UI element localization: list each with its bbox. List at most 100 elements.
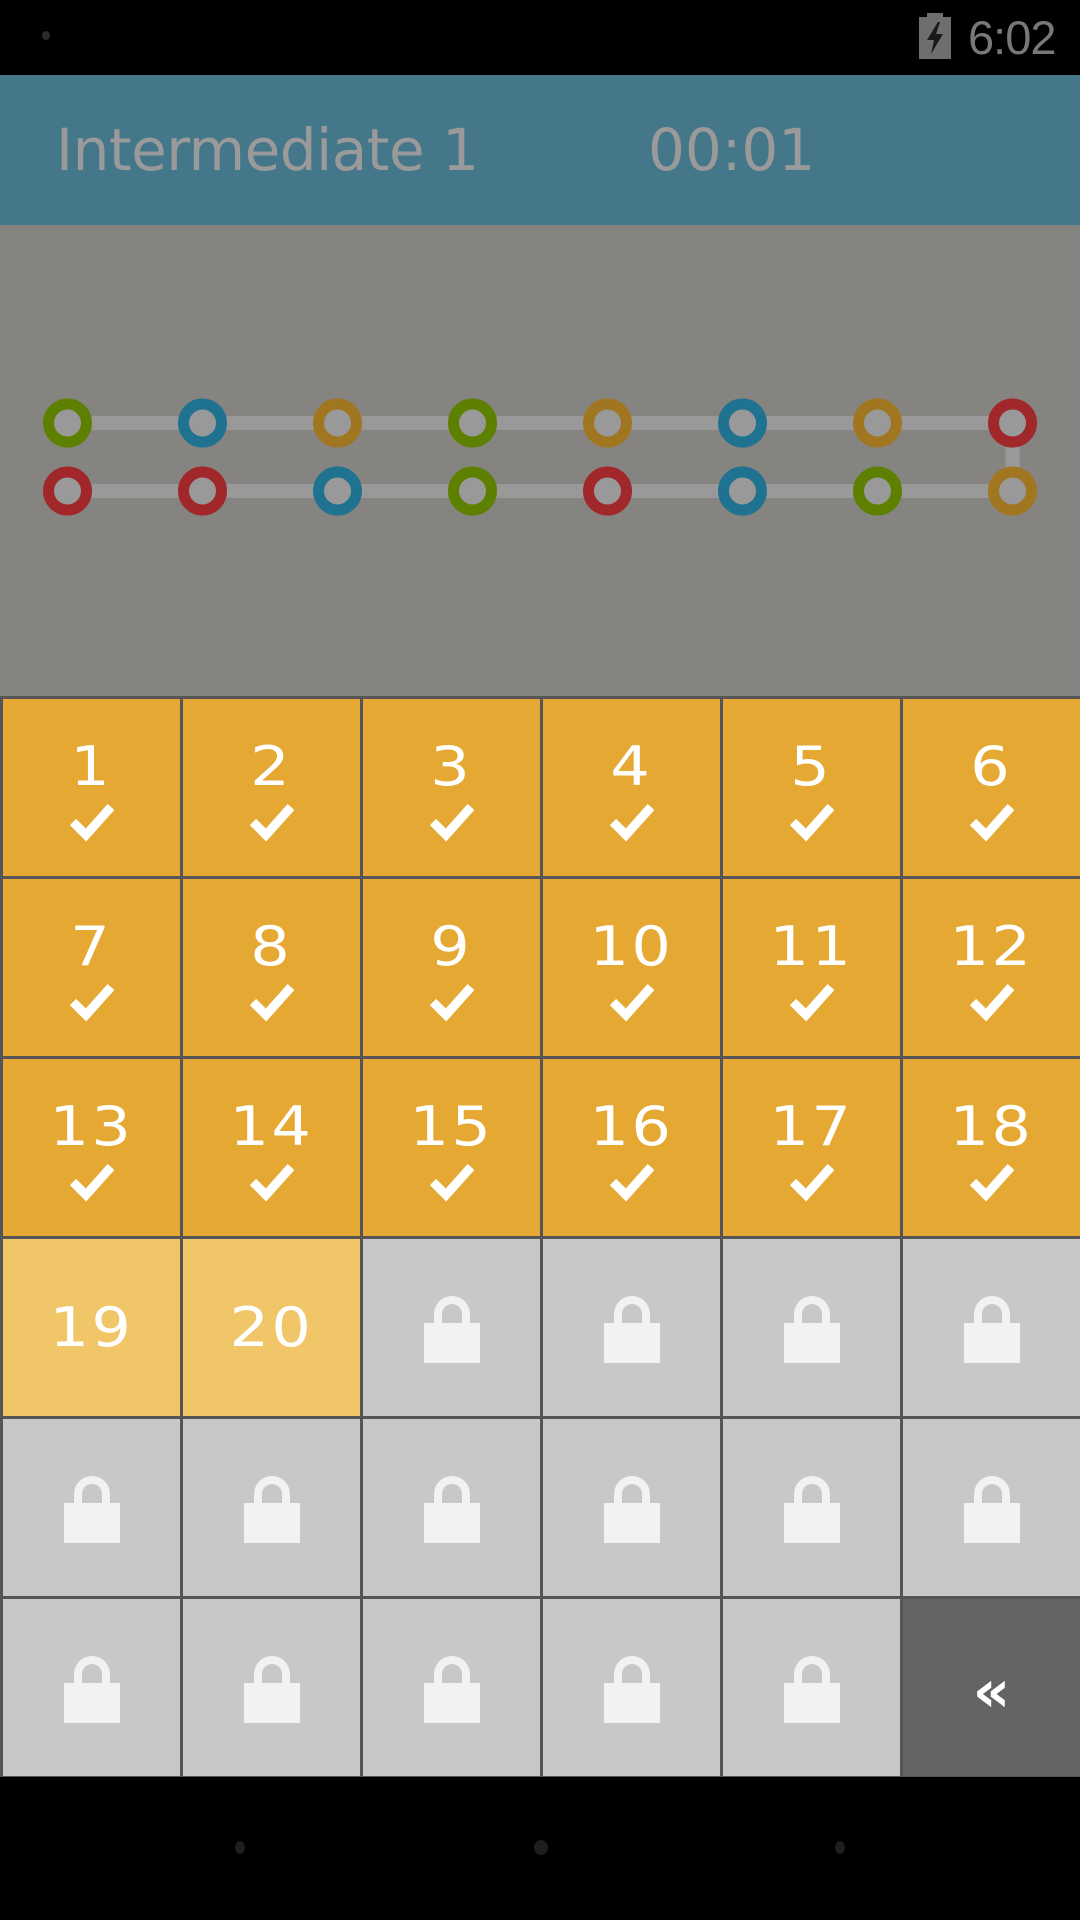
- lock-icon: [963, 1295, 1020, 1363]
- checkmark-icon: [249, 803, 294, 842]
- level-number: 2: [250, 734, 293, 798]
- level-cell-18[interactable]: 18: [903, 1059, 1080, 1236]
- checkmark-icon: [69, 1163, 114, 1202]
- level-cell-locked: [183, 1599, 360, 1776]
- navigation-bar: [0, 1777, 1080, 1920]
- lock-icon: [783, 1295, 840, 1363]
- checkmark-icon: [969, 983, 1014, 1022]
- puzzle-node-orange: [313, 398, 362, 448]
- puzzle-node-green: [448, 466, 497, 516]
- level-number: 10: [589, 914, 674, 978]
- game-header: Intermediate 1 00:01: [0, 75, 1080, 225]
- lock-icon: [423, 1475, 480, 1543]
- puzzle-node-green: [448, 398, 497, 448]
- checkmark-icon: [609, 983, 654, 1022]
- level-cell-locked: [3, 1599, 180, 1776]
- puzzle-node-blue: [718, 398, 767, 448]
- lock-icon: [63, 1655, 120, 1723]
- level-cell-12[interactable]: 12: [903, 879, 1080, 1056]
- level-number: 16: [589, 1094, 674, 1158]
- level-number: 14: [229, 1094, 314, 1158]
- puzzle-preview: [0, 225, 1080, 696]
- level-number: 11: [769, 914, 854, 978]
- level-cell-16[interactable]: 16: [543, 1059, 720, 1236]
- puzzle-node-red: [988, 398, 1037, 448]
- nav-recents-button[interactable]: [835, 1841, 845, 1854]
- level-cell-17[interactable]: 17: [723, 1059, 900, 1236]
- level-cell-4[interactable]: 4: [543, 699, 720, 876]
- checkmark-icon: [609, 1163, 654, 1202]
- timer: 00:01: [648, 116, 816, 184]
- lock-icon: [243, 1655, 300, 1723]
- level-cell-1[interactable]: 1: [3, 699, 180, 876]
- double-chevron-left-icon: «: [972, 1656, 1011, 1725]
- level-cell-5[interactable]: 5: [723, 699, 900, 876]
- puzzle-node-green: [43, 398, 92, 448]
- level-number: 12: [949, 914, 1034, 978]
- level-cell-locked: [723, 1239, 900, 1416]
- level-cell-10[interactable]: 10: [543, 879, 720, 1056]
- level-cell-locked: [543, 1599, 720, 1776]
- level-grid: 1 2 3 4 5 6 7 8 9 10 11 12 13 14 15 16 17 18 19 20 «: [0, 696, 1080, 1777]
- level-cell-locked: [363, 1239, 540, 1416]
- level-number: 7: [70, 914, 113, 978]
- checkmark-icon: [249, 983, 294, 1022]
- level-cell-19[interactable]: 19: [3, 1239, 180, 1416]
- level-number: 8: [250, 914, 293, 978]
- level-number: 6: [970, 734, 1013, 798]
- puzzle-node-red: [178, 466, 227, 516]
- level-cell-locked: [363, 1419, 540, 1596]
- checkmark-icon: [789, 983, 834, 1022]
- battery-charging-icon: [919, 13, 951, 59]
- nav-back-button[interactable]: [235, 1841, 245, 1854]
- level-cell-locked: [543, 1239, 720, 1416]
- level-number: 9: [430, 914, 473, 978]
- level-cell-14[interactable]: 14: [183, 1059, 360, 1236]
- checkmark-icon: [429, 1163, 474, 1202]
- level-number: 15: [409, 1094, 494, 1158]
- level-cell-13[interactable]: 13: [3, 1059, 180, 1236]
- level-cell-9[interactable]: 9: [363, 879, 540, 1056]
- level-cell-locked: [723, 1599, 900, 1776]
- puzzle-node-red: [43, 466, 92, 516]
- status-clock: 6:02: [968, 11, 1056, 64]
- lock-icon: [423, 1295, 480, 1363]
- checkmark-icon: [789, 1163, 834, 1202]
- nav-home-button[interactable]: [534, 1840, 548, 1855]
- lock-icon: [783, 1475, 840, 1543]
- level-number: 18: [949, 1094, 1034, 1158]
- checkmark-icon: [609, 803, 654, 842]
- lock-icon: [783, 1655, 840, 1723]
- lock-icon: [603, 1475, 660, 1543]
- checkmark-icon: [789, 803, 834, 842]
- level-cell-locked: [723, 1419, 900, 1596]
- level-number: 20: [229, 1295, 314, 1359]
- puzzle-node-orange: [583, 398, 632, 448]
- puzzle-node-orange: [853, 398, 902, 448]
- level-cell-7[interactable]: 7: [3, 879, 180, 1056]
- lock-icon: [963, 1475, 1020, 1543]
- level-title: Intermediate 1: [56, 116, 479, 184]
- level-cell-11[interactable]: 11: [723, 879, 900, 1056]
- level-cell-2[interactable]: 2: [183, 699, 360, 876]
- level-cell-8[interactable]: 8: [183, 879, 360, 1056]
- level-number: 13: [49, 1094, 134, 1158]
- level-number: 1: [70, 734, 113, 798]
- level-cell-15[interactable]: 15: [363, 1059, 540, 1236]
- level-cell-locked: [3, 1419, 180, 1596]
- level-number: 17: [769, 1094, 854, 1158]
- level-cell-6[interactable]: 6: [903, 699, 1080, 876]
- back-button[interactable]: «: [903, 1599, 1080, 1776]
- puzzle-node-blue: [313, 466, 362, 516]
- level-cell-20[interactable]: 20: [183, 1239, 360, 1416]
- puzzle-preview-canvas: [43, 398, 1037, 516]
- lock-icon: [603, 1655, 660, 1723]
- checkmark-icon: [429, 803, 474, 842]
- level-cell-3[interactable]: 3: [363, 699, 540, 876]
- level-cell-locked: [363, 1599, 540, 1776]
- notification-dot-icon: [42, 31, 50, 40]
- checkmark-icon: [69, 983, 114, 1022]
- puzzle-node-blue: [178, 398, 227, 448]
- level-number: 4: [610, 734, 653, 798]
- puzzle-node-green: [853, 466, 902, 516]
